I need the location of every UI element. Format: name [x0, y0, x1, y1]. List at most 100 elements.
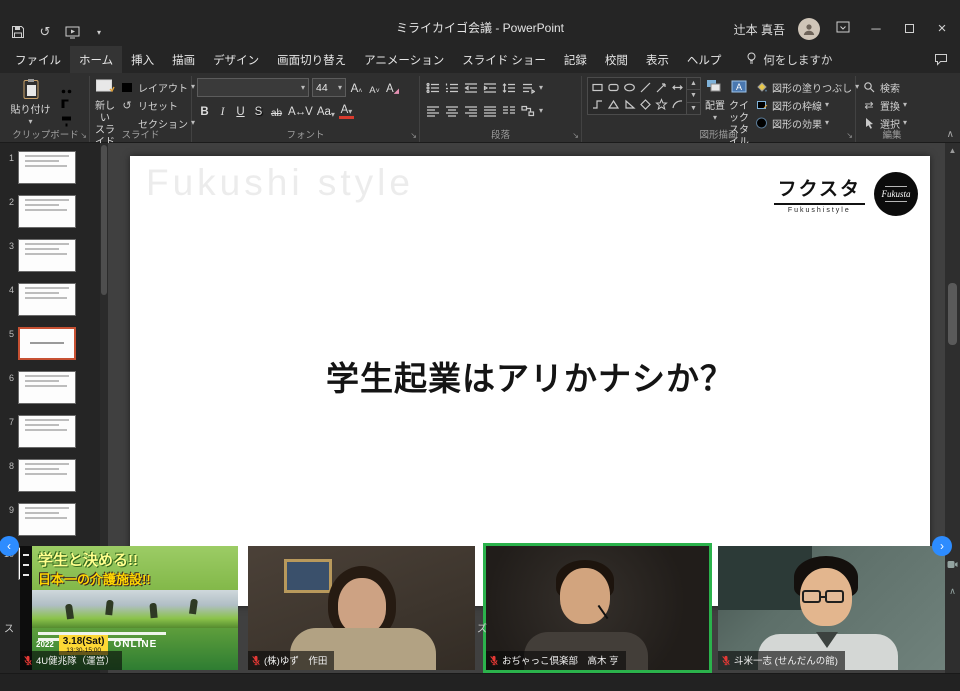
replace-button[interactable]: ⇄ 置換 ▾ [861, 97, 907, 113]
slide-thumbnail-5-selected[interactable]: 5 [0, 327, 108, 371]
zoom-panel-toggle-left[interactable]: ‹ [0, 536, 19, 556]
slide-thumbnail-3[interactable]: 3 [0, 239, 108, 283]
shape-triangle-icon[interactable] [605, 96, 621, 113]
justify-icon[interactable] [482, 103, 498, 118]
tab-view[interactable]: 表示 [637, 46, 678, 73]
slide-thumbnail-8[interactable]: 8 [0, 459, 108, 503]
font-size-combo[interactable]: 44 ▾ [312, 78, 346, 97]
increase-indent-icon[interactable] [482, 80, 498, 95]
reset-button[interactable]: ↺ リセット [119, 97, 195, 113]
user-name[interactable]: 辻本 真吾 [734, 21, 785, 38]
user-avatar[interactable] [798, 18, 820, 40]
tab-review[interactable]: 校閲 [596, 46, 637, 73]
save-icon[interactable] [10, 24, 26, 40]
scroll-up-icon[interactable]: ▲ [945, 143, 960, 155]
tab-help[interactable]: ヘルプ [678, 46, 731, 73]
tab-insert[interactable]: 挿入 [122, 46, 163, 73]
font-color-button[interactable]: A▾ [339, 102, 354, 119]
underline-button[interactable]: U [233, 102, 248, 119]
gallery-down-icon[interactable]: ▼ [687, 89, 700, 101]
shape-fill-button[interactable]: 図形の塗りつぶし ▾ [753, 79, 859, 95]
align-center-icon[interactable] [444, 103, 460, 118]
tab-transitions[interactable]: 画面切り替え [268, 46, 355, 73]
comments-icon[interactable] [922, 46, 960, 73]
video-tile-3-active-speaker[interactable]: おぢゃっこ倶楽部 高木 亨 [483, 543, 712, 673]
minimize-button[interactable]: ─ [866, 21, 886, 37]
align-left-icon[interactable] [425, 103, 441, 118]
align-right-icon[interactable] [463, 103, 479, 118]
video-tile-2[interactable]: (株)ゆず 作田 [248, 546, 475, 670]
slide-thumbnail-1[interactable]: 1 [0, 151, 108, 195]
shape-outline-button[interactable]: 図形の枠線 ▾ [753, 97, 859, 113]
font-name-combo[interactable]: ▾ [197, 78, 309, 97]
undo-icon[interactable]: ↺ [37, 24, 53, 40]
video-tile-1[interactable]: 学生と決める!! 日本一の介護施設!! 2022 3.18(Sat) 13:30… [20, 546, 238, 670]
tab-slideshow[interactable]: スライド ショー [453, 46, 555, 73]
numbering-icon[interactable] [444, 80, 460, 95]
slide-title-text[interactable]: 学生起業はアリかナシか？ [130, 352, 930, 400]
italic-button[interactable]: I [215, 102, 230, 119]
line-spacing-icon[interactable] [501, 80, 517, 95]
customize-qat-caret-icon[interactable]: ▾ [91, 24, 107, 40]
shape-arrow-icon[interactable] [653, 79, 669, 96]
collapse-ribbon-icon[interactable]: ∧ [947, 129, 954, 140]
text-direction-icon[interactable] [520, 80, 536, 95]
shape-double-arrow-icon[interactable] [669, 79, 685, 96]
shape-rounded-rectangle-icon[interactable] [605, 79, 621, 96]
camera-icon[interactable] [947, 556, 958, 574]
slide-thumbnail-2[interactable]: 2 [0, 195, 108, 239]
tab-file[interactable]: ファイル [6, 46, 70, 73]
tab-home[interactable]: ホーム [70, 46, 122, 73]
shape-line-icon[interactable] [637, 79, 653, 96]
strikethrough-button[interactable]: ab [269, 102, 284, 119]
shape-ellipse-icon[interactable] [621, 79, 637, 96]
paragraph-dialog-launcher-icon[interactable]: ↘ [572, 132, 579, 140]
slide-canvas[interactable]: Fukushi style フクスタ Fukushistyle Fukusta … [130, 156, 930, 606]
start-slideshow-icon[interactable] [64, 24, 80, 40]
shape-right-triangle-icon[interactable] [621, 96, 637, 113]
collapse-strip-icon[interactable]: ∧ [949, 586, 956, 597]
layout-button[interactable]: レイアウト ▾ [119, 79, 195, 95]
shape-rectangle-icon[interactable] [589, 79, 605, 96]
slide-thumbnail-6[interactable]: 6 [0, 371, 108, 415]
bullets-icon[interactable] [425, 80, 441, 95]
increase-font-size-button[interactable]: A˄ [349, 79, 364, 96]
change-case-button[interactable]: Aa▾ [316, 102, 336, 119]
slide-thumbnail-7[interactable]: 7 [0, 415, 108, 459]
shapes-gallery[interactable] [587, 77, 687, 115]
gallery-more-icon[interactable]: ▼ [687, 102, 700, 114]
gallery-up-icon[interactable]: ▲ [687, 78, 700, 89]
shape-arc-icon[interactable] [669, 96, 685, 113]
maximize-button[interactable] [899, 21, 919, 37]
convert-to-smartart-icon[interactable] [520, 103, 536, 118]
clear-formatting-button[interactable]: A◢ [385, 79, 400, 96]
tab-animations[interactable]: アニメーション [355, 46, 453, 73]
zoom-panel-toggle-right[interactable]: › [932, 536, 952, 556]
shapes-gallery-scroll[interactable]: ▲ ▼ ▼ [687, 77, 701, 115]
tab-record[interactable]: 記録 [555, 46, 596, 73]
tell-me-search[interactable]: 何をしますか [746, 46, 832, 73]
copy-icon[interactable] [58, 97, 74, 112]
tab-draw[interactable]: 描画 [163, 46, 204, 73]
character-spacing-button[interactable]: A↔V [287, 102, 313, 119]
paste-button[interactable]: 貼り付け ▾ [7, 77, 54, 126]
shape-star-icon[interactable] [653, 96, 669, 113]
cut-icon[interactable] [58, 80, 74, 95]
shape-elbow-connector-icon[interactable] [589, 96, 605, 113]
close-button[interactable]: × [932, 21, 952, 37]
font-dialog-launcher-icon[interactable]: ↘ [410, 132, 417, 140]
video-tile-4[interactable]: 斗米一志 (せんだんの館) [718, 546, 945, 670]
decrease-indent-icon[interactable] [463, 80, 479, 95]
slide-thumbnail-4[interactable]: 4 [0, 283, 108, 327]
tab-design[interactable]: デザイン [204, 46, 268, 73]
scrollbar-thumb[interactable] [948, 283, 957, 345]
arrange-button[interactable]: 配置 ▾ [705, 77, 725, 122]
shape-diamond-icon[interactable] [637, 96, 653, 113]
clipboard-dialog-launcher-icon[interactable]: ↘ [80, 132, 87, 140]
bold-button[interactable]: B [197, 102, 212, 119]
decrease-font-size-button[interactable]: A˅ [367, 79, 382, 96]
drawing-dialog-launcher-icon[interactable]: ↘ [846, 132, 853, 140]
find-button[interactable]: 検索 [861, 79, 907, 95]
text-shadow-button[interactable]: S [251, 102, 266, 119]
ribbon-display-options-icon[interactable] [833, 21, 853, 37]
